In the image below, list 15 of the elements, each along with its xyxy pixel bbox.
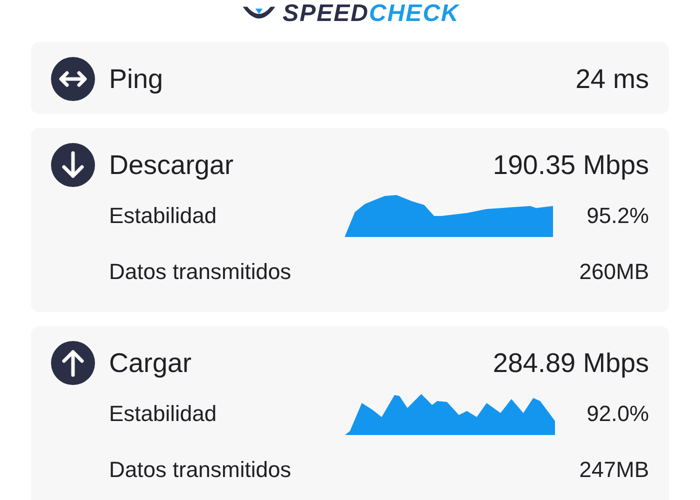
logo-text: SPEEDCHECK bbox=[282, 0, 460, 28]
result-value: 284.89 Mbps bbox=[492, 348, 649, 378]
result-title: Ping bbox=[109, 64, 164, 94]
metric-value: 92.0% bbox=[586, 401, 649, 427]
metric-label: Datos transmitidos bbox=[109, 259, 292, 285]
result-title: Descargar bbox=[109, 150, 234, 180]
metric-value: 247MB bbox=[579, 457, 649, 483]
result-value: 190.35 Mbps bbox=[492, 150, 649, 180]
result-title: Cargar bbox=[109, 348, 192, 378]
metric-value: 260MB bbox=[579, 259, 649, 285]
metric-label: Datos transmitidos bbox=[109, 457, 292, 483]
metric-value: 95.2% bbox=[586, 203, 649, 229]
metric-label: Estabilidad bbox=[109, 401, 218, 427]
metric-label: Estabilidad bbox=[109, 203, 218, 229]
result-value: 24 ms bbox=[575, 64, 649, 94]
